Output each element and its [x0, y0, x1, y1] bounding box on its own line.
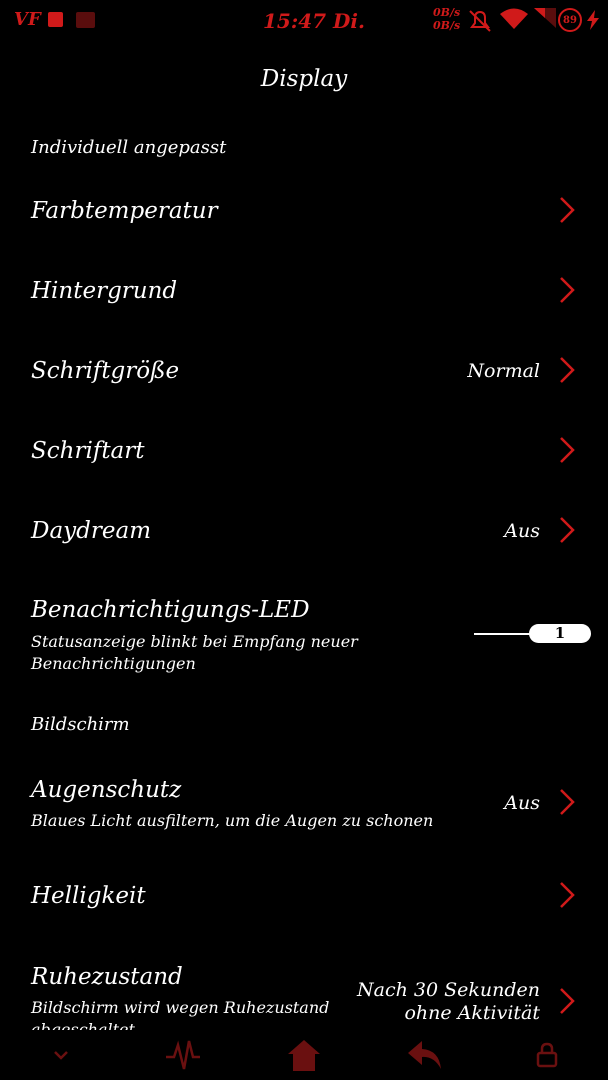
- network-speed: 0B/s 0B/s: [433, 6, 460, 32]
- setting-title: Helligkeit: [31, 883, 146, 909]
- setting-subtitle: Blaues Licht ausfiltern, um die Augen zu…: [31, 811, 434, 830]
- setting-augenschutz[interactable]: Augenschutz Blaues Licht ausfiltern, um …: [0, 750, 608, 855]
- setting-title: Hintergrund: [31, 278, 178, 304]
- battery-indicator: 89: [558, 8, 582, 32]
- setting-value: Nach 30 Sekunden ohne Aktivität: [357, 979, 540, 1025]
- nav-lock-button[interactable]: [530, 1030, 564, 1080]
- setting-schriftgroesse[interactable]: Schriftgröße Normal: [0, 330, 608, 410]
- clock: 15:47 Di.: [263, 9, 365, 33]
- setting-title: Daydream: [31, 518, 151, 544]
- wifi-icon: [500, 8, 528, 29]
- chevron-right-icon: [560, 277, 575, 303]
- setting-notification-led[interactable]: Benachrichtigungs-LED Statusanzeige blin…: [0, 570, 608, 685]
- setting-title: Ruhezustand: [31, 964, 183, 990]
- notification-icon: [48, 12, 63, 27]
- setting-subtitle: Bildschirm wird wegen Ruhezustand abgesc…: [31, 998, 330, 1030]
- charging-icon: [587, 10, 599, 30]
- net-up: 0B/s: [433, 6, 461, 19]
- setting-schriftart[interactable]: Schriftart: [0, 410, 608, 490]
- net-down: 0B/s: [433, 19, 461, 32]
- setting-farbtemperatur[interactable]: Farbtemperatur: [0, 170, 608, 250]
- setting-title: Schriftgröße: [31, 358, 180, 384]
- status-bar: VF 15:47 Di. 0B/s 0B/s 89: [0, 0, 608, 42]
- mute-icon: [469, 10, 491, 32]
- signal-icon: [534, 8, 556, 28]
- navigation-bar: [0, 1030, 608, 1080]
- setting-value: Normal: [467, 360, 540, 382]
- back-icon: [408, 1041, 441, 1069]
- section-header-custom: Individuell angepasst: [31, 137, 227, 158]
- chevron-right-icon: [560, 437, 575, 463]
- lock-icon: [536, 1042, 558, 1068]
- led-slider-track[interactable]: [474, 633, 534, 635]
- setting-title: Schriftart: [31, 438, 145, 464]
- setting-value-line2: ohne Aktivität: [404, 1002, 540, 1024]
- setting-daydream[interactable]: Daydream Aus: [0, 490, 608, 570]
- chevron-right-icon: [560, 988, 575, 1014]
- pulse-icon: [166, 1040, 200, 1070]
- chevron-right-icon: [560, 882, 575, 908]
- carrier-label: VF: [14, 9, 41, 30]
- setting-ruhezustand[interactable]: Ruhezustand Bildschirm wird wegen Ruhezu…: [0, 940, 608, 1030]
- setting-subtitle: Statusanzeige blinkt bei Empfang neuer B…: [31, 632, 358, 673]
- setting-title: Farbtemperatur: [31, 198, 218, 224]
- page-title: Display: [260, 66, 348, 92]
- section-header-screen: Bildschirm: [31, 714, 130, 735]
- chevron-right-icon: [560, 789, 575, 815]
- setting-title: Augenschutz: [31, 777, 182, 803]
- chevron-right-icon: [560, 197, 575, 223]
- led-slider-knob[interactable]: 1: [529, 624, 591, 643]
- home-icon: [288, 1040, 320, 1071]
- chevron-right-icon: [560, 517, 575, 543]
- nav-activity-button[interactable]: [160, 1030, 206, 1080]
- setting-value: Aus: [504, 520, 540, 542]
- nav-collapse-button[interactable]: [40, 1030, 82, 1080]
- setting-title: Benachrichtigungs-LED: [31, 597, 310, 623]
- chevron-right-icon: [560, 357, 575, 383]
- chevron-down-icon: [54, 1051, 68, 1060]
- setting-value-line1: Nach 30 Sekunden: [357, 979, 540, 1001]
- nav-home-button[interactable]: [282, 1030, 326, 1080]
- setting-hintergrund[interactable]: Hintergrund: [0, 250, 608, 330]
- setting-value: Aus: [504, 792, 540, 814]
- setting-helligkeit[interactable]: Helligkeit: [0, 855, 608, 940]
- gallery-icon: [76, 12, 95, 28]
- nav-back-button[interactable]: [402, 1030, 448, 1080]
